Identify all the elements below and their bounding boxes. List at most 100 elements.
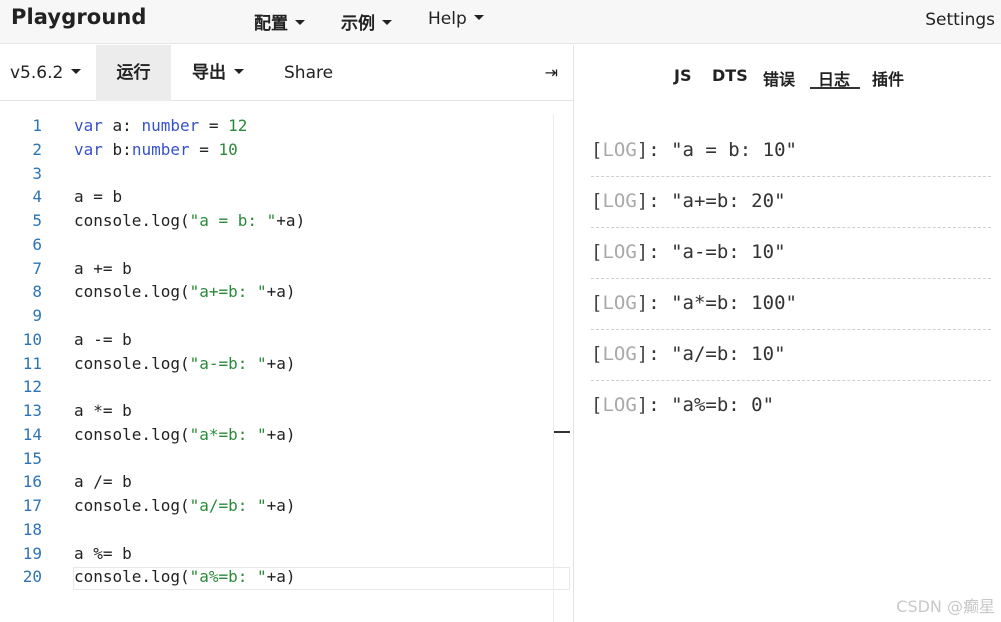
code-text: =	[189, 140, 219, 159]
log-message: : "a = b: 10"	[648, 139, 797, 161]
code-text: console.log(	[74, 567, 190, 586]
line-number: 16	[22, 472, 42, 491]
log-message: : "a*=b: 100"	[648, 292, 797, 314]
log-entry: [LOG]: "a = b: 10"	[591, 126, 991, 177]
log-bracket: [	[591, 292, 603, 314]
code-line: 6	[0, 233, 570, 257]
line-number: 7	[32, 259, 42, 278]
menu-examples-label: 示例	[341, 14, 375, 34]
chevron-down-icon	[71, 68, 82, 74]
type: number	[141, 116, 200, 135]
string-literal: "a/=b: "	[189, 496, 267, 515]
log-level: LOG	[602, 139, 637, 161]
log-entry: [LOG]: "a*=b: 100"	[591, 279, 991, 330]
string-literal: "a%=b: "	[189, 567, 267, 586]
code-line: 9	[0, 304, 570, 328]
watermark: CSDN @癫星	[896, 597, 995, 616]
log-message: : "a/=b: 10"	[648, 343, 786, 365]
log-bracket: ]	[636, 394, 649, 416]
log-bracket: ]	[636, 190, 649, 212]
line-number: 17	[22, 496, 42, 515]
string-literal: "a+=b: "	[189, 282, 267, 301]
line-number: 20	[22, 567, 42, 586]
output-tabs: JS DTS 错误 日志 插件	[574, 45, 1001, 101]
code-line: 2 var b:number = 10	[0, 138, 570, 162]
code-editor[interactable]: 1 var a: number = 12 2 var b:number = 10 3…	[0, 102, 573, 622]
code-line: 18	[0, 518, 570, 542]
editor-toolbar: v5.6.2 运行 导出 Share ⇥	[0, 45, 573, 101]
log-message: : "a%=b: 0"	[648, 394, 775, 416]
code-text: console.log(	[74, 211, 190, 230]
line-number: 9	[32, 306, 42, 325]
code-text: a /= b	[74, 472, 132, 491]
code-line: 16 a /= b	[0, 470, 570, 494]
line-number: 5	[32, 211, 42, 230]
log-bracket: [	[591, 139, 603, 161]
tab-plugins[interactable]: 插件	[872, 66, 904, 90]
tab-dts[interactable]: DTS	[712, 66, 748, 85]
code-text: a %= b	[74, 544, 132, 563]
code-line: 10 a -= b	[0, 328, 570, 352]
export-label: 导出	[192, 63, 226, 83]
code-text: =	[199, 116, 229, 135]
log-level: LOG	[602, 190, 637, 212]
line-number: 19	[22, 544, 42, 563]
line-number: 4	[32, 187, 42, 206]
code-text: a += b	[74, 259, 132, 278]
panel-divider[interactable]	[573, 45, 574, 622]
share-button[interactable]: Share	[284, 45, 333, 101]
code-text: a = b	[74, 187, 123, 206]
keyword: var	[74, 116, 103, 135]
menu-help[interactable]: Help	[428, 9, 484, 29]
line-number: 10	[22, 330, 42, 349]
code-line: 8 console.log("a+=b: "+a)	[0, 280, 570, 304]
log-entry: [LOG]: "a+=b: 20"	[591, 177, 991, 228]
log-bracket: [	[591, 394, 603, 416]
line-number: 11	[22, 354, 42, 373]
line-number: 2	[32, 140, 42, 159]
code-line: 5 console.log("a = b: "+a)	[0, 209, 570, 233]
code-text: +a)	[276, 211, 306, 230]
export-menu[interactable]: 导出	[192, 45, 244, 101]
log-entry: [LOG]: "a-=b: 10"	[591, 228, 991, 279]
log-level: LOG	[602, 343, 637, 365]
log-level: LOG	[602, 241, 637, 263]
code-line: 19 a %= b	[0, 542, 570, 566]
code-line: 3	[0, 162, 570, 186]
log-bracket: ]	[636, 241, 649, 263]
line-number: 8	[32, 282, 42, 301]
version-select[interactable]: v5.6.2	[10, 45, 82, 101]
line-number: 3	[32, 164, 42, 183]
line-number: 12	[22, 377, 42, 396]
code-line: 12	[0, 375, 570, 399]
code-line: 20 console.log("a%=b: "+a)	[0, 565, 570, 589]
code-line: 13 a *= b	[0, 399, 570, 423]
log-bracket: [	[591, 190, 603, 212]
log-message: : "a-=b: 10"	[648, 241, 786, 263]
number-literal: 10	[218, 140, 238, 159]
code-text: +a)	[266, 282, 296, 301]
line-number: 14	[22, 425, 42, 444]
log-bracket: [	[591, 343, 603, 365]
scrollbar-marker	[554, 431, 570, 433]
run-button[interactable]: 运行	[96, 45, 171, 101]
editor-scrollbar[interactable]	[553, 115, 571, 622]
settings-link[interactable]: Settings	[925, 10, 995, 30]
line-number: 15	[22, 449, 42, 468]
line-number: 6	[32, 235, 42, 254]
log-bracket: [	[591, 241, 603, 263]
string-literal: "a-=b: "	[189, 354, 267, 373]
version-label: v5.6.2	[10, 63, 64, 83]
tab-errors[interactable]: 错误	[763, 66, 795, 90]
log-list: [LOG]: "a = b: 10" [LOG]: "a+=b: 20" [LO…	[591, 126, 991, 432]
code-text: b:	[102, 140, 132, 159]
collapse-panel-icon[interactable]: ⇥	[545, 63, 558, 82]
tab-js[interactable]: JS	[674, 66, 691, 85]
menu-examples[interactable]: 示例	[341, 9, 392, 34]
chevron-down-icon	[234, 68, 244, 74]
code-line: 15	[0, 447, 570, 471]
log-bracket: ]	[636, 139, 649, 161]
menu-config[interactable]: 配置	[254, 9, 305, 34]
code-text: a:	[102, 116, 142, 135]
brand-logo[interactable]: Playground	[11, 5, 147, 29]
